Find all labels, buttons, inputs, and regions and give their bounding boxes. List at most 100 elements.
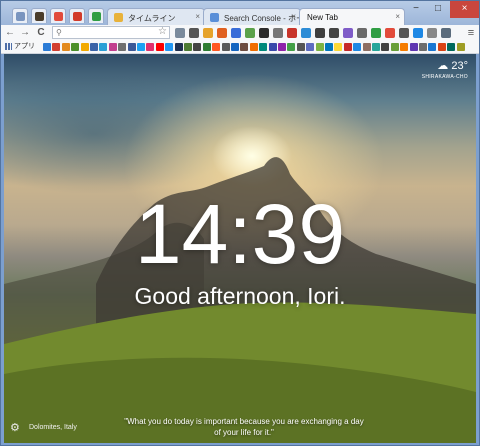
browser-window: タイムライン × Search Console - ホー × New Tab ×… xyxy=(0,0,480,446)
bookmark-icon-28[interactable] xyxy=(296,43,305,51)
extension-icon-4[interactable] xyxy=(217,28,227,38)
bookmark-icon-12[interactable] xyxy=(146,43,155,51)
bookmark-icon-6[interactable] xyxy=(90,43,98,51)
extension-icon-12[interactable] xyxy=(329,28,339,38)
bookmark-icon-16[interactable] xyxy=(184,43,192,51)
weather-temperature: 23° xyxy=(451,60,468,72)
star-icon[interactable]: ☆ xyxy=(158,26,167,38)
bookmark-icon-8[interactable] xyxy=(108,43,117,51)
photo-location[interactable]: Dolomites, Italy xyxy=(29,424,77,431)
tab-search-console-label: Search Console - ホー xyxy=(224,14,301,23)
bookmark-icon-27[interactable] xyxy=(287,43,296,51)
bookmark-icon-24[interactable] xyxy=(259,43,268,51)
bookmark-icon-33[interactable] xyxy=(343,43,352,51)
bookmark-icon-32[interactable] xyxy=(334,43,343,51)
tab-timeline-close-icon[interactable]: × xyxy=(195,12,200,21)
bookmark-icon-38[interactable] xyxy=(390,43,399,51)
quote: "What you do today is important because … xyxy=(124,417,364,437)
bookmark-icon-9[interactable] xyxy=(118,43,127,51)
timeline-favicon-icon xyxy=(114,13,123,22)
bookmark-icon-14[interactable] xyxy=(165,43,174,51)
bookmark-icon-21[interactable] xyxy=(231,43,239,51)
extension-icon-17[interactable] xyxy=(399,28,409,38)
bookmark-icon-42[interactable] xyxy=(428,43,437,51)
bookmark-icon-45[interactable] xyxy=(456,43,465,51)
bookmark-icon-19[interactable] xyxy=(212,43,221,51)
bookmark-icon-43[interactable] xyxy=(437,43,446,51)
tab-search-console-close-icon[interactable]: × xyxy=(291,12,296,21)
extension-icon-15[interactable] xyxy=(371,28,381,38)
bookmark-icon-29[interactable] xyxy=(306,43,315,51)
pinned-tab-2[interactable] xyxy=(31,8,47,23)
bookmark-icon-39[interactable] xyxy=(400,43,409,51)
bookmark-icon-26[interactable] xyxy=(278,43,286,51)
bookmark-icon-17[interactable] xyxy=(193,43,202,51)
pinned-tab-3[interactable] xyxy=(50,8,66,23)
back-button[interactable]: ← xyxy=(4,26,16,40)
extension-icon-10[interactable] xyxy=(301,28,311,38)
extension-icon-7[interactable] xyxy=(259,28,269,38)
tab-timeline-label: タイムライン xyxy=(128,14,176,23)
bookmark-icon-18[interactable] xyxy=(202,43,211,51)
bookmark-icon-20[interactable] xyxy=(221,43,230,51)
pinned-tab-5[interactable] xyxy=(88,8,104,23)
apps-icon[interactable] xyxy=(5,43,12,50)
extension-icon-13[interactable] xyxy=(343,28,353,38)
minimize-button[interactable]: − xyxy=(405,1,427,18)
weather-widget[interactable]: ☁ 23° SHIRAKAWA-CHO xyxy=(422,60,468,80)
menu-button[interactable]: ≡ xyxy=(465,26,477,40)
bookmark-icon-22[interactable] xyxy=(240,43,249,51)
maximize-button[interactable]: □ xyxy=(427,1,449,18)
extension-icon-6[interactable] xyxy=(245,28,255,38)
bookmark-icon-25[interactable] xyxy=(268,43,277,51)
bookmark-icon-5[interactable] xyxy=(80,43,89,51)
extension-icon-16[interactable] xyxy=(385,28,395,38)
bookmark-icon-30[interactable] xyxy=(315,43,324,51)
bookmark-icon-37[interactable] xyxy=(381,43,390,51)
pinned-tab-1[interactable] xyxy=(12,8,28,23)
gear-icon[interactable]: ⚙ xyxy=(10,422,22,434)
tab-strip: タイムライン × Search Console - ホー × New Tab ×… xyxy=(1,1,479,25)
bookmark-icon-34[interactable] xyxy=(353,43,362,51)
extension-icon-8[interactable] xyxy=(273,28,283,38)
bookmark-icon-4[interactable] xyxy=(71,43,80,51)
bookmark-icon-13[interactable] xyxy=(155,43,164,51)
extension-icon-2[interactable] xyxy=(189,28,199,38)
bookmark-icon-41[interactable] xyxy=(419,43,427,51)
pinned-tab-4-icon xyxy=(73,12,82,21)
tab-timeline[interactable]: タイムライン × xyxy=(107,8,205,25)
bookmark-icon-2[interactable] xyxy=(52,43,61,51)
tab-search-console[interactable]: Search Console - ホー × xyxy=(203,8,301,25)
reload-button[interactable]: C xyxy=(35,26,47,40)
bookmark-icon-35[interactable] xyxy=(362,43,371,51)
extension-icon-3[interactable] xyxy=(203,28,213,38)
extension-icon-5[interactable] xyxy=(231,28,241,38)
extension-icon-11[interactable] xyxy=(315,28,325,38)
bookmark-icon-40[interactable] xyxy=(409,43,418,51)
extension-icon-14[interactable] xyxy=(357,28,367,38)
bookmark-icon-36[interactable] xyxy=(372,43,380,51)
bookmark-icon-31[interactable] xyxy=(325,43,333,51)
bookmark-icon-10[interactable] xyxy=(127,43,136,51)
tab-new-tab-label: New Tab xyxy=(307,13,338,22)
apps-label[interactable]: アプリ xyxy=(14,42,35,52)
bookmark-icon-3[interactable] xyxy=(61,43,70,51)
extension-icon-20[interactable] xyxy=(441,28,451,38)
tab-new-tab-close-icon[interactable]: × xyxy=(395,12,400,21)
bookmark-icon-7[interactable] xyxy=(99,43,108,51)
omnibox[interactable]: ⚲ ☆ xyxy=(52,26,170,39)
bookmark-icon-1[interactable] xyxy=(43,43,51,51)
extension-icon-18[interactable] xyxy=(413,28,423,38)
bookmark-icon-23[interactable] xyxy=(249,43,258,51)
bookmarks-bar: アプリ xyxy=(1,41,479,54)
bookmark-icon-15[interactable] xyxy=(174,43,183,51)
pinned-tab-4[interactable] xyxy=(69,8,85,23)
extension-icon-19[interactable] xyxy=(427,28,437,38)
extension-icon-1[interactable] xyxy=(175,28,185,38)
extension-icon-9[interactable] xyxy=(287,28,297,38)
close-window-button[interactable]: × xyxy=(450,1,479,18)
bookmark-icon-11[interactable] xyxy=(137,43,145,51)
forward-button[interactable]: → xyxy=(19,26,31,40)
tab-new-tab[interactable]: New Tab × xyxy=(299,8,405,25)
bookmark-icon-44[interactable] xyxy=(447,43,456,51)
